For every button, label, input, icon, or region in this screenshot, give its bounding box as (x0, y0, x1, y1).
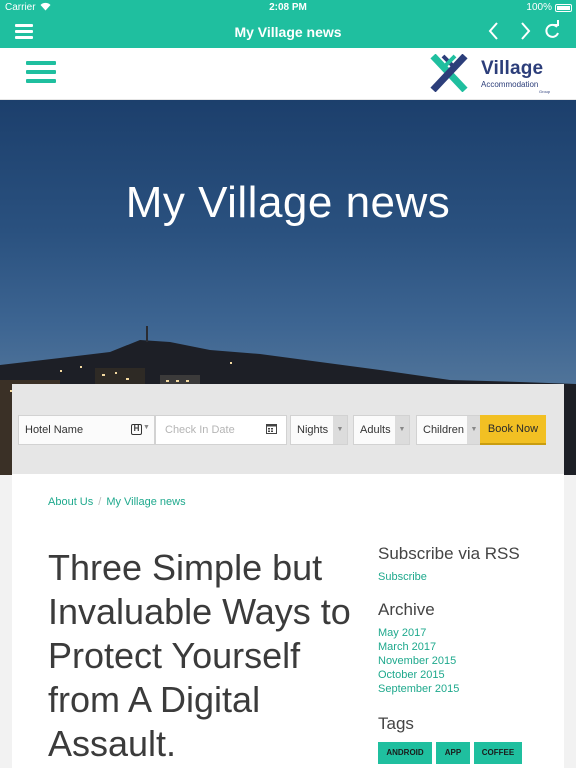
children-select[interactable]: Children ▼ (416, 415, 482, 445)
chevron-down-icon: ▼ (467, 416, 481, 444)
hotel-select[interactable]: Hotel Name H ▼ (18, 415, 155, 445)
tags-heading-wrap: Tags (378, 714, 414, 740)
adults-label: Adults (360, 424, 391, 436)
hotel-select-label: Hotel Name (25, 424, 84, 436)
archive-link[interactable]: March 2017 (378, 640, 459, 654)
booking-form: Hotel Name H ▼ Check In Date Nights ▼ Ad… (12, 384, 564, 474)
archive-link[interactable]: November 2015 (378, 654, 459, 668)
breadcrumb: About Us / My Village news (48, 496, 186, 508)
nights-select[interactable]: Nights ▼ (290, 415, 348, 445)
status-bar: Carrier 2:08 PM 100% (0, 0, 576, 16)
chevron-right-icon[interactable] (519, 20, 533, 47)
archive-link[interactable]: May 2017 (378, 626, 459, 640)
archive-link[interactable]: October 2015 (378, 668, 459, 682)
app-navigation-bar: My Village news (0, 16, 576, 48)
logo-mark-icon (430, 54, 468, 92)
hamburger-icon[interactable] (26, 61, 56, 87)
site-header: Village Accommodation Group (0, 48, 576, 100)
subscribe-link[interactable]: Subscribe (378, 570, 520, 584)
content-card: About Us / My Village news Three Simple bu… (12, 474, 564, 768)
checkin-placeholder: Check In Date (165, 424, 235, 436)
clock: 2:08 PM (269, 2, 307, 13)
chevron-down-icon: ▼ (333, 416, 347, 444)
logo-subline: Accommodation (481, 80, 539, 89)
nights-label: Nights (297, 424, 329, 436)
archive-link[interactable]: September 2015 (378, 682, 459, 696)
tags-heading: Tags (378, 714, 414, 733)
hotel-icon: H (131, 424, 142, 435)
refresh-icon[interactable] (543, 20, 561, 47)
archive-heading: Archive (378, 600, 435, 619)
village-logo[interactable]: Village Accommodation Group (423, 50, 557, 96)
rss-heading: Subscribe via RSS (378, 544, 520, 563)
chevron-down-icon: ▼ (143, 424, 150, 431)
logo-wordmark: Village (481, 58, 544, 79)
article-title[interactable]: Three Simple but Invaluable Ways to Prot… (48, 546, 358, 766)
battery-icon (555, 4, 572, 12)
breadcrumb-about-us[interactable]: About Us (48, 496, 93, 508)
archive-section: Archive May 2017 March 2017 November 201… (378, 600, 459, 696)
breadcrumb-separator: / (98, 496, 102, 508)
hero-title: My Village news (125, 178, 451, 227)
chevron-left-icon[interactable] (486, 20, 500, 47)
calendar-icon (266, 423, 277, 437)
breadcrumb-current[interactable]: My Village news (106, 496, 185, 508)
battery-percent: 100% (526, 2, 552, 13)
adults-select[interactable]: Adults ▼ (353, 415, 410, 445)
chevron-down-icon: ▼ (395, 416, 409, 444)
children-label: Children (423, 424, 464, 436)
book-now-button[interactable]: Book Now (480, 415, 546, 445)
checkin-date-input[interactable]: Check In Date (155, 415, 287, 445)
tag-android[interactable]: ANDROID (378, 742, 432, 764)
tag-app[interactable]: APP (436, 742, 470, 764)
rss-section: Subscribe via RSS Subscribe (378, 544, 520, 584)
tag-coffee[interactable]: COFFEE (474, 742, 522, 764)
logo-group: Group (539, 89, 551, 94)
